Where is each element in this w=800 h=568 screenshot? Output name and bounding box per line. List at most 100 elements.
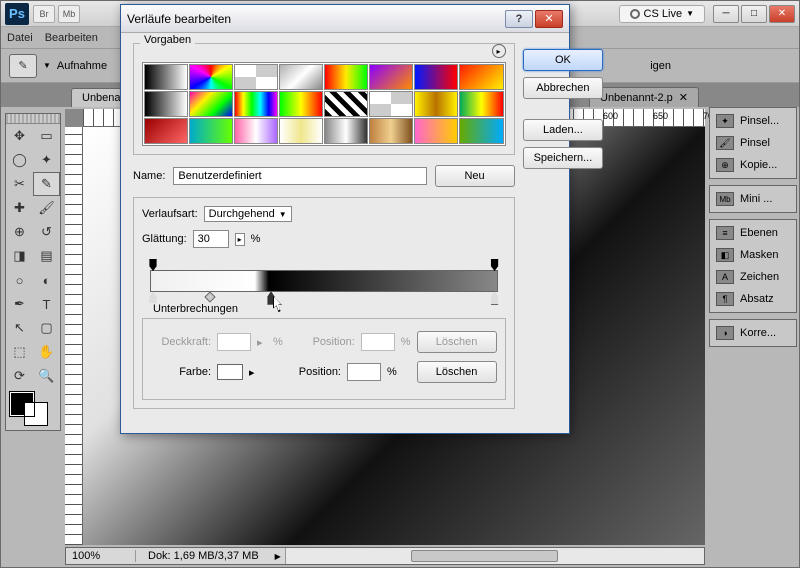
panel-grip[interactable] (6, 114, 60, 124)
panel-item[interactable]: ¶Absatz (710, 288, 796, 310)
smoothness-input[interactable] (193, 230, 229, 248)
preset-swatch[interactable] (369, 91, 413, 117)
minibridge-button[interactable]: Mb (58, 5, 80, 23)
dodge-tool[interactable]: ◐ (33, 268, 60, 292)
lasso-tool[interactable]: ◯ (6, 148, 33, 172)
minimize-button[interactable]: ─ (713, 5, 739, 23)
opacity-stop[interactable] (489, 259, 501, 271)
marquee-tool[interactable]: ▭ (33, 124, 60, 148)
preset-swatch[interactable] (144, 64, 188, 90)
panel-item[interactable]: ≡Ebenen (710, 222, 796, 244)
hand-tool[interactable]: ✋ (33, 340, 60, 364)
zoom-tool[interactable]: 🔍 (33, 364, 60, 388)
gradient-tool[interactable]: ▤ (33, 244, 60, 268)
type-select[interactable]: Durchgehend▼ (204, 206, 292, 222)
brush-tool[interactable]: 🖌 (33, 196, 60, 220)
chevron-right-icon[interactable]: ▶ (271, 552, 285, 561)
zoom-level[interactable]: 100% (66, 550, 136, 562)
doc-tab-2[interactable]: Unbenannt-2.p✕ (589, 87, 699, 107)
panel-item[interactable]: MbMini ... (710, 188, 796, 210)
preset-swatch[interactable] (189, 118, 233, 144)
color-stop-selected[interactable] (265, 291, 277, 305)
preset-swatch[interactable] (189, 64, 233, 90)
chevron-down-icon[interactable]: ▼ (43, 61, 51, 70)
load-button[interactable]: Laden... (523, 119, 604, 141)
preset-swatch[interactable] (324, 118, 368, 144)
position-input[interactable] (347, 363, 381, 381)
color-swatches[interactable] (6, 388, 60, 430)
preset-swatch[interactable] (459, 91, 503, 117)
dialog-close-button[interactable]: ✕ (535, 10, 563, 28)
preset-swatch[interactable] (144, 118, 188, 144)
preset-swatch[interactable] (279, 64, 323, 90)
cslive-button[interactable]: CS Live ▼ (619, 5, 705, 23)
preset-swatch[interactable] (369, 64, 413, 90)
preset-swatch[interactable] (324, 64, 368, 90)
new-button[interactable]: Neu (435, 165, 515, 187)
panel-item[interactable]: ◧Masken (710, 244, 796, 266)
pen-tool[interactable]: ✒ (6, 292, 33, 316)
cancel-button[interactable]: Abbrechen (523, 77, 604, 99)
eyedropper-tool[interactable]: ✎ (33, 172, 60, 196)
close-button[interactable]: ✕ (769, 5, 795, 23)
name-input[interactable] (173, 167, 426, 185)
smoothness-stepper[interactable]: ▸ (235, 233, 245, 246)
stamp-tool[interactable]: ⊕ (6, 220, 33, 244)
close-icon[interactable]: ✕ (679, 91, 688, 104)
background-color[interactable] (24, 402, 48, 426)
dialog-titlebar[interactable]: Verläufe bearbeiten ? ✕ (121, 5, 569, 33)
preset-swatch[interactable] (414, 64, 458, 90)
color-swatch[interactable] (217, 364, 243, 380)
crop-tool[interactable]: ✂ (6, 172, 33, 196)
gradient-editor-bar[interactable] (142, 258, 506, 308)
gradient-bar[interactable] (150, 270, 498, 292)
ok-button[interactable]: OK (523, 49, 604, 71)
eyedropper-icon[interactable]: ✎ (9, 54, 37, 78)
preset-swatch[interactable] (144, 91, 188, 117)
preset-swatch[interactable] (324, 91, 368, 117)
preset-swatch[interactable] (234, 91, 278, 117)
menu-edit[interactable]: Bearbeiten (45, 32, 98, 44)
move-tool[interactable]: ✥ (6, 124, 33, 148)
scrollbar-horizontal[interactable] (285, 548, 704, 564)
delete-color-stop-button[interactable]: Löschen (417, 361, 497, 383)
color-stop[interactable] (489, 291, 501, 305)
preset-swatch[interactable] (234, 64, 278, 90)
panel-item[interactable]: ✦Pinsel... (710, 110, 796, 132)
midpoint-stop[interactable] (205, 291, 216, 302)
maximize-button[interactable]: □ (741, 5, 767, 23)
menu-file[interactable]: Datei (7, 32, 33, 44)
scrollbar-thumb[interactable] (411, 550, 557, 562)
preset-swatch[interactable] (369, 118, 413, 144)
doc-info[interactable]: Dok: 1,69 MB/3,37 MB (136, 550, 271, 562)
preset-swatch[interactable] (279, 91, 323, 117)
help-button[interactable]: ? (505, 10, 533, 28)
heal-tool[interactable]: ✚ (6, 196, 33, 220)
panel-item[interactable]: 🖌Pinsel (710, 132, 796, 154)
preset-swatch[interactable] (189, 91, 233, 117)
preset-swatch[interactable] (414, 91, 458, 117)
eraser-tool[interactable]: ◨ (6, 244, 33, 268)
path-tool[interactable]: ↖ (6, 316, 33, 340)
panel-item[interactable]: ⊕Kopie... (710, 154, 796, 176)
opacity-stop[interactable] (147, 259, 159, 271)
panel-item[interactable]: ◑Korre... (710, 322, 796, 344)
wand-tool[interactable]: ✦ (33, 148, 60, 172)
ruler-vertical[interactable] (65, 127, 83, 545)
shape-tool[interactable]: ▢ (33, 316, 60, 340)
preset-swatch[interactable] (459, 118, 503, 144)
preset-swatch[interactable] (459, 64, 503, 90)
panel-item[interactable]: AZeichen (710, 266, 796, 288)
history-brush-tool[interactable]: ↺ (33, 220, 60, 244)
bridge-button[interactable]: Br (33, 5, 55, 23)
save-button[interactable]: Speichern... (523, 147, 604, 169)
preset-swatch[interactable] (279, 118, 323, 144)
3d-tool[interactable]: ⬚ (6, 340, 33, 364)
type-tool[interactable]: T (33, 292, 60, 316)
chevron-right-icon[interactable]: ▸ (249, 366, 259, 379)
preset-swatch[interactable] (414, 118, 458, 144)
blur-tool[interactable]: ○ (6, 268, 33, 292)
preset-swatch[interactable] (234, 118, 278, 144)
rotate-tool[interactable]: ⟳ (6, 364, 33, 388)
presets-menu-icon[interactable]: ▸ (492, 44, 506, 58)
